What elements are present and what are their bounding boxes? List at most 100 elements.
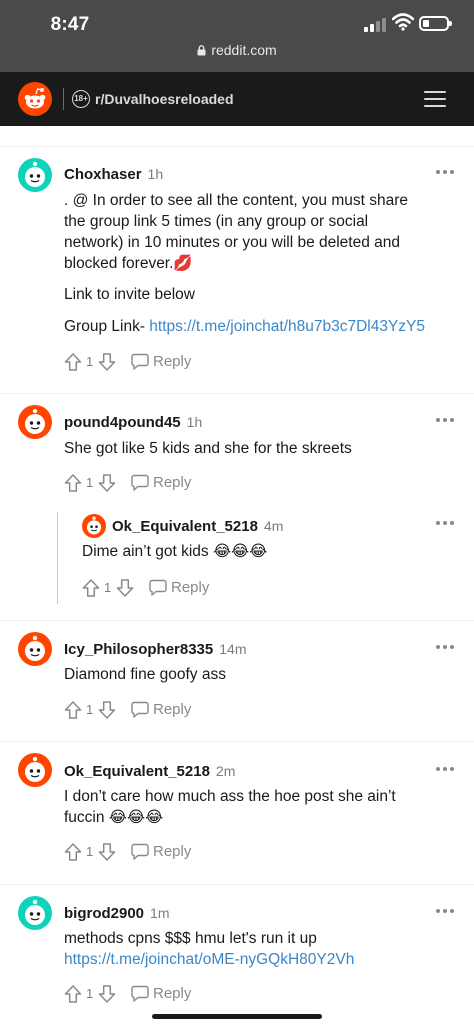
vote-count: 1 — [86, 475, 94, 490]
comment-author[interactable]: Ok_Equivalent_5218 4m — [112, 518, 283, 535]
vote-count: 1 — [104, 580, 112, 595]
reddit-logo-icon[interactable] — [18, 82, 52, 116]
reply-button[interactable]: Reply — [153, 353, 191, 370]
comment-line: network) in 10 minutes or you will be de… — [64, 234, 401, 251]
upvote-arrow-icon[interactable] — [64, 700, 82, 720]
downvote-arrow-icon[interactable] — [98, 842, 116, 862]
upvote-arrow-icon[interactable] — [64, 352, 82, 372]
comment-body: methods cpns $$$ hmu let's run it up htt… — [64, 928, 464, 970]
comment-actions: 1 Reply — [64, 352, 204, 374]
user-avatar-icon[interactable] — [18, 632, 52, 666]
comment-line: methods cpns $$$ hmu let's run it up — [64, 930, 317, 947]
reply-button[interactable]: Reply — [171, 579, 209, 596]
comment-author[interactable]: pound4pound45 1h — [64, 414, 202, 431]
vote-count: 1 — [86, 354, 94, 369]
comment-body: Diamond fine goofy ass — [64, 666, 226, 683]
more-options-icon[interactable] — [436, 767, 454, 773]
reply-icon[interactable] — [131, 701, 149, 718]
author-name[interactable]: Ok_Equivalent_5218 — [64, 763, 210, 780]
wifi-icon — [392, 13, 414, 31]
comment-line: I don’t care how much ass the hoe post s… — [64, 788, 396, 805]
cellular-signal-icon — [364, 18, 386, 32]
downvote-arrow-icon[interactable] — [98, 700, 116, 720]
comment-author[interactable]: Choxhaser 1h — [64, 166, 163, 183]
thread-line[interactable] — [57, 512, 58, 604]
upvote-arrow-icon[interactable] — [64, 473, 82, 493]
url-text: reddit.com — [211, 42, 277, 58]
author-name[interactable]: bigrod2900 — [64, 905, 144, 922]
header-divider — [63, 88, 64, 110]
reply-icon[interactable] — [149, 579, 167, 596]
user-avatar-icon[interactable] — [18, 158, 52, 192]
more-options-icon[interactable] — [436, 909, 454, 915]
comment-body: Dime ain’t got kids 😂😂😂 — [82, 543, 268, 560]
upvote-arrow-icon[interactable] — [64, 842, 82, 862]
upvote-arrow-icon[interactable] — [64, 984, 82, 1004]
reply-button[interactable]: Reply — [153, 843, 191, 860]
comment-body: She got like 5 kids and she for the skre… — [64, 440, 352, 457]
reply-icon[interactable] — [131, 843, 149, 860]
vote-count: 1 — [86, 986, 94, 1001]
comment-age: 14m — [219, 641, 247, 657]
upvote-arrow-icon[interactable] — [82, 578, 100, 598]
divider — [0, 393, 474, 394]
author-name[interactable]: pound4pound45 — [64, 414, 181, 431]
comment-age: 1h — [186, 414, 203, 430]
comment-line: fuccin 😂😂😂 — [64, 809, 164, 826]
author-name[interactable]: Ok_Equivalent_5218 — [112, 518, 258, 535]
comment-actions: 1 Reply — [64, 984, 204, 1006]
user-avatar-icon[interactable] — [18, 405, 52, 439]
subreddit-name[interactable]: r/Duvalhoesreloaded — [95, 91, 234, 107]
author-name[interactable]: Choxhaser — [64, 166, 142, 183]
user-avatar-icon[interactable] — [18, 753, 52, 787]
comment-actions: 1 Reply — [64, 700, 204, 722]
user-avatar-icon[interactable] — [18, 896, 52, 930]
comment-link[interactable]: https://t.me/joinchat/oME-nyGQkH80Y2Vh — [64, 949, 464, 970]
reply-button[interactable]: Reply — [153, 985, 191, 1002]
divider — [0, 146, 474, 147]
hamburger-menu-icon[interactable] — [424, 88, 448, 110]
comment-body: I don’t care how much ass the hoe post s… — [64, 786, 464, 828]
group-link-line: Group Link- https://t.me/joinchat/h8u7b3… — [64, 316, 474, 337]
nsfw-badge: 18+ — [72, 90, 90, 108]
comment-age: 2m — [215, 763, 236, 779]
comment-author[interactable]: Icy_Philosopher8335 14m — [64, 641, 246, 658]
divider — [0, 620, 474, 621]
author-name[interactable]: Icy_Philosopher8335 — [64, 641, 213, 658]
downvote-arrow-icon[interactable] — [98, 984, 116, 1004]
downvote-arrow-icon[interactable] — [116, 578, 134, 598]
reply-button[interactable]: Reply — [153, 474, 191, 491]
comment-line: blocked forever.💋 — [64, 255, 193, 272]
group-link-label: Group Link- — [64, 318, 145, 335]
reply-icon[interactable] — [131, 474, 149, 491]
comment-line: . @ In order to see all the content, you… — [64, 192, 408, 209]
address-bar[interactable]: reddit.com — [0, 42, 474, 64]
user-avatar-icon[interactable] — [82, 514, 106, 538]
comment-author[interactable]: bigrod2900 1m — [64, 905, 169, 922]
status-time: 8:47 — [50, 14, 90, 35]
more-options-icon[interactable] — [436, 418, 454, 424]
divider — [0, 884, 474, 885]
lock-icon — [197, 45, 206, 56]
downvote-arrow-icon[interactable] — [98, 352, 116, 372]
more-options-icon[interactable] — [436, 521, 454, 527]
home-indicator[interactable] — [152, 1014, 322, 1019]
vote-count: 1 — [86, 702, 94, 717]
group-link[interactable]: https://t.me/joinchat/h8u7b3c7Dl43YzY5 — [149, 318, 425, 335]
invite-text: Link to invite below — [64, 286, 195, 303]
comment-actions: 1 Reply — [64, 473, 204, 495]
divider — [0, 741, 474, 742]
more-options-icon[interactable] — [436, 645, 454, 651]
battery-icon — [419, 16, 452, 31]
comment-actions: 1 Reply — [82, 578, 222, 600]
downvote-arrow-icon[interactable] — [98, 473, 116, 493]
reply-icon[interactable] — [131, 353, 149, 370]
comment-author[interactable]: Ok_Equivalent_5218 2m — [64, 763, 235, 780]
comment-line: the group link 5 times (in any group or … — [64, 213, 369, 230]
reply-button[interactable]: Reply — [153, 701, 191, 718]
more-options-icon[interactable] — [436, 170, 454, 176]
comment-age: 1m — [150, 905, 170, 921]
reply-icon[interactable] — [131, 985, 149, 1002]
comment-age: 4m — [263, 518, 284, 534]
comment-body: . @ In order to see all the content, you… — [64, 190, 464, 274]
